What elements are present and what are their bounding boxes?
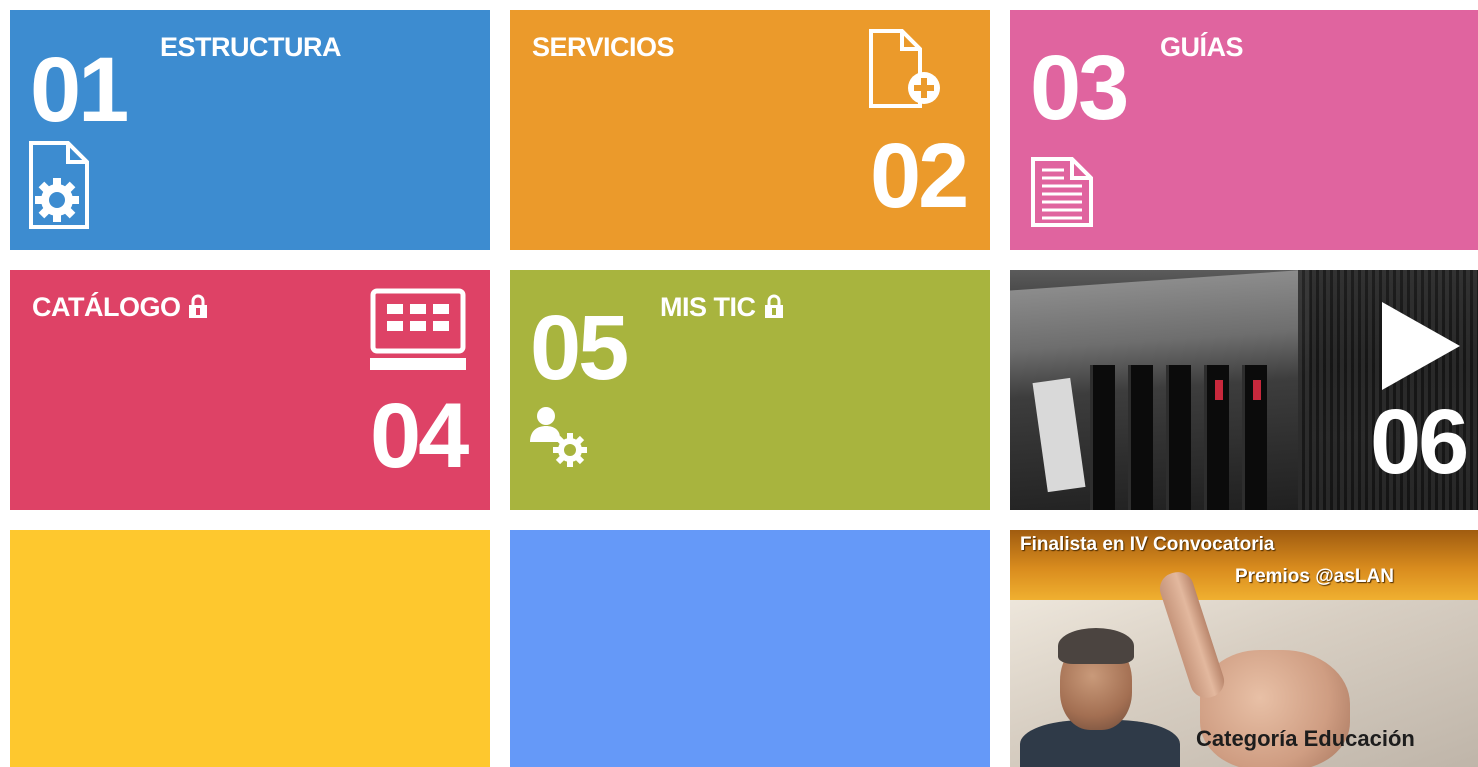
tile-yellow[interactable]: [10, 530, 490, 767]
tile-light-blue[interactable]: [510, 530, 990, 767]
lock-icon: [189, 294, 208, 318]
lock-icon: [764, 294, 783, 318]
drive-bay: [1166, 365, 1191, 510]
play-icon[interactable]: [1382, 302, 1460, 390]
tile-number: 04: [370, 385, 469, 487]
document-add-icon: [869, 29, 940, 108]
award-banner[interactable]: Finalista en IV Convocatoria Premios @as…: [1010, 530, 1478, 767]
tile-guias[interactable]: 03 GUÍAS: [1010, 10, 1478, 250]
tile-number: 03: [1030, 37, 1129, 139]
tile-number: 05: [530, 297, 629, 399]
award-line-3: Categoría Educación: [1196, 726, 1415, 751]
drive-latch: [1215, 380, 1223, 400]
tile-servicios[interactable]: SERVICIOS 02: [510, 10, 990, 250]
document-text-icon: [1031, 157, 1093, 227]
tile-label: ESTRUCTURA: [160, 32, 342, 62]
drive-bay: [1128, 365, 1153, 510]
award-line-2: Premios @asLAN: [1235, 566, 1394, 587]
drive-bay: [1090, 365, 1115, 510]
tile-label: CATÁLOGO: [32, 292, 208, 323]
document-gear-icon: [29, 141, 89, 229]
tile-label: GUÍAS: [1160, 32, 1244, 62]
tile-video[interactable]: 06: [1010, 270, 1478, 510]
tile-mis-tic[interactable]: 05 MIS TIC: [510, 270, 990, 510]
tile-label: MIS TIC: [660, 292, 784, 323]
keypad-device-icon: [370, 288, 466, 370]
user-settings-icon: [530, 407, 587, 467]
person-hair: [1058, 628, 1134, 664]
tile-number: 01: [30, 39, 129, 141]
drive-latch: [1253, 380, 1261, 400]
tile-number: 02: [870, 125, 969, 227]
tile-label: SERVICIOS: [532, 32, 675, 62]
tile-catalogo[interactable]: CATÁLOGO 04: [10, 270, 490, 510]
award-line-1: Finalista en IV Convocatoria: [1020, 534, 1275, 555]
tile-estructura[interactable]: 01 ESTRUCTURA: [10, 10, 490, 250]
tile-number: 06: [1370, 391, 1469, 493]
